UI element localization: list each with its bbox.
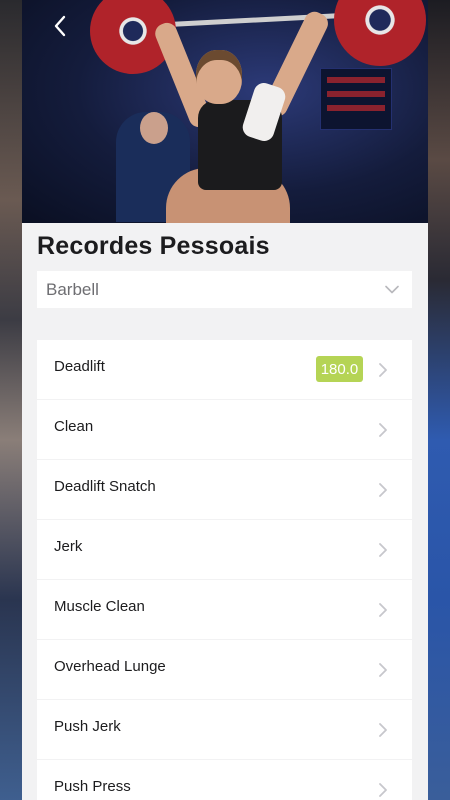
- record-value-badge: 180.0: [316, 356, 363, 382]
- hero-plate-right-shape: [334, 0, 426, 66]
- background-blur-right: [428, 0, 450, 800]
- chevron-right-icon: [378, 602, 388, 618]
- hero-image: [22, 0, 428, 223]
- category-select-value: Barbell: [46, 279, 99, 299]
- page-title: Recordes Pessoais: [37, 232, 270, 260]
- record-row-push-jerk[interactable]: Push Jerk: [37, 700, 412, 759]
- record-label: Clean: [54, 418, 94, 435]
- record-label: Muscle Clean: [54, 598, 145, 615]
- records-list: Deadlift 180.0 Clean Deadlift Snatch Jer…: [37, 340, 412, 800]
- record-label: Deadlift: [54, 358, 105, 375]
- record-row-clean[interactable]: Clean: [37, 400, 412, 459]
- personal-records-screen: Recordes Pessoais Barbell Deadlift 180.0…: [22, 0, 428, 800]
- record-label: Deadlift Snatch: [54, 478, 156, 495]
- chevron-right-icon: [378, 362, 388, 378]
- record-row-deadlift-snatch[interactable]: Deadlift Snatch: [37, 460, 412, 519]
- hero-scoreboard-shape: [320, 68, 392, 130]
- record-row-deadlift[interactable]: Deadlift 180.0: [37, 340, 412, 399]
- record-row-muscle-clean[interactable]: Muscle Clean: [37, 580, 412, 639]
- record-row-jerk[interactable]: Jerk: [37, 520, 412, 579]
- category-select[interactable]: Barbell: [37, 271, 412, 308]
- record-label: Jerk: [54, 538, 83, 555]
- background-blur-left: [0, 0, 22, 800]
- record-label: Overhead Lunge: [54, 658, 166, 675]
- chevron-right-icon: [378, 782, 388, 798]
- chevron-right-icon: [378, 662, 388, 678]
- record-row-push-press[interactable]: Push Press: [37, 760, 412, 800]
- chevron-down-icon: [372, 285, 412, 294]
- record-label: Push Jerk: [54, 718, 121, 735]
- back-button[interactable]: [46, 12, 74, 40]
- chevron-right-icon: [378, 542, 388, 558]
- record-label: Push Press: [54, 778, 131, 795]
- chevron-left-icon: [54, 15, 66, 37]
- hero-coach-head-shape: [140, 112, 168, 144]
- chevron-right-icon: [378, 422, 388, 438]
- chevron-right-icon: [378, 482, 388, 498]
- hero-athlete-head: [196, 50, 242, 104]
- chevron-right-icon: [378, 722, 388, 738]
- record-row-overhead-lunge[interactable]: Overhead Lunge: [37, 640, 412, 699]
